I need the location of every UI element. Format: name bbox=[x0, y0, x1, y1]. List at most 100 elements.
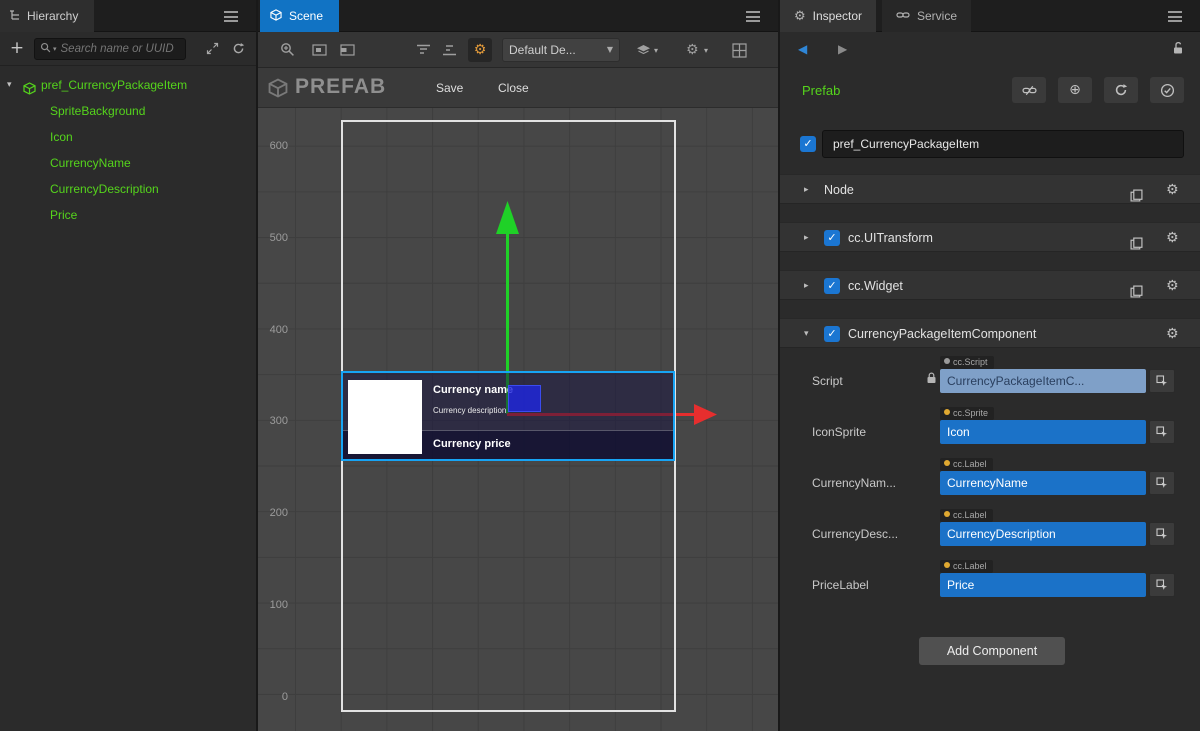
price-label-reference-field[interactable]: Price bbox=[940, 573, 1146, 597]
script-asset-field[interactable]: CurrencyPackageItemC... bbox=[940, 369, 1146, 393]
tree-node-root[interactable]: ▾ pref_CurrencyPackageItem bbox=[0, 72, 256, 98]
gear-caret-icon[interactable]: ▾ bbox=[704, 46, 708, 55]
tree-node-label: CurrencyName bbox=[50, 150, 131, 176]
tree-node-sprite-background[interactable]: SpriteBackground bbox=[0, 98, 256, 124]
search-filter-caret-icon[interactable]: ▾ bbox=[53, 45, 57, 53]
scene-menu-icon[interactable] bbox=[746, 11, 760, 21]
search-icon bbox=[40, 42, 51, 56]
copy-component-icon[interactable] bbox=[1130, 279, 1143, 309]
icon-sprite-reference-field[interactable]: Icon bbox=[940, 420, 1146, 444]
ruler-label: 600 bbox=[262, 140, 288, 152]
x-axis-arrow bbox=[694, 404, 717, 425]
hierarchy-header: Hierarchy bbox=[0, 0, 256, 32]
hierarchy-search-box[interactable]: ▾ bbox=[34, 38, 186, 60]
unlock-icon[interactable] bbox=[1172, 41, 1184, 58]
property-label-currency-description: CurrencyDesc... bbox=[812, 527, 898, 541]
component-settings-gear-icon[interactable]: ⚙ bbox=[1166, 175, 1179, 205]
scene-tab[interactable]: Scene bbox=[260, 0, 339, 32]
prefab-mode-title: PREFAB bbox=[295, 75, 386, 99]
tab-service-label: Service bbox=[917, 9, 957, 23]
currency-description-label-preview: Currency description bbox=[433, 406, 506, 415]
gizmo-rect-handle[interactable] bbox=[508, 385, 541, 412]
expand-caret-icon[interactable]: ▾ bbox=[7, 72, 12, 98]
component-row-currency-package-item[interactable]: ▾ ✓ CurrencyPackageItemComponent ⚙ bbox=[780, 318, 1200, 348]
align-top-icon[interactable] bbox=[416, 44, 431, 59]
scene-gear-icon[interactable]: ⚙ bbox=[686, 41, 699, 59]
tree-node-icon[interactable]: Icon bbox=[0, 124, 256, 150]
add-node-button[interactable]: + bbox=[8, 38, 26, 59]
hierarchy-menu-icon[interactable] bbox=[224, 11, 238, 21]
hierarchy-toolbar: + ▾ bbox=[0, 32, 256, 66]
hierarchy-tab[interactable]: Hierarchy bbox=[0, 0, 94, 32]
search-input[interactable] bbox=[59, 42, 180, 56]
asset-type-label: cc.Label bbox=[953, 459, 987, 469]
component-enabled-checkbox[interactable]: ✓ bbox=[824, 326, 840, 342]
cocos-creator-window: Hierarchy + ▾ ▾ bbox=[0, 0, 1200, 731]
ruler-label: 400 bbox=[262, 324, 288, 336]
ruler-label: 500 bbox=[262, 232, 288, 244]
prefab-save-button[interactable]: Save bbox=[436, 81, 463, 95]
pick-asset-button[interactable] bbox=[1149, 522, 1175, 546]
node-name-input[interactable] bbox=[822, 130, 1184, 158]
tree-node-price[interactable]: Price bbox=[0, 202, 256, 228]
prefab-close-button[interactable]: Close bbox=[498, 81, 529, 95]
copy-component-icon[interactable] bbox=[1130, 183, 1143, 213]
prefab-apply-icon[interactable] bbox=[1150, 77, 1184, 103]
forward-button[interactable]: ▶ bbox=[838, 42, 847, 56]
gizmo-settings-gear-icon[interactable]: ⚙ bbox=[468, 38, 492, 62]
pick-asset-button[interactable] bbox=[1149, 420, 1175, 444]
tab-inspector[interactable]: ⚙ Inspector bbox=[780, 0, 876, 32]
prefab-locate-icon[interactable]: ⊕ bbox=[1058, 77, 1092, 103]
scene-viewport[interactable]: 600 500 400 300 200 100 0 Currency name … bbox=[258, 68, 778, 731]
property-label-icon-sprite: IconSprite bbox=[812, 425, 866, 439]
tree-node-currency-name[interactable]: CurrencyName bbox=[0, 150, 256, 176]
prefab-unlink-icon[interactable] bbox=[1012, 77, 1046, 103]
currency-description-reference-field[interactable]: CurrencyDescription bbox=[940, 522, 1146, 546]
scene-panel: Scene ⚙ Default De... ▼ bbox=[258, 0, 778, 731]
pick-asset-button[interactable] bbox=[1149, 573, 1175, 597]
refresh-hierarchy-icon[interactable] bbox=[232, 42, 245, 58]
inspector-menu-icon[interactable] bbox=[1168, 11, 1182, 21]
component-row-uitransform[interactable]: ▸ ✓ cc.UITransform ⚙ bbox=[780, 222, 1200, 252]
component-settings-gear-icon[interactable]: ⚙ bbox=[1166, 223, 1179, 253]
component-row-node[interactable]: ▸ Node ⚙ bbox=[780, 174, 1200, 204]
align-frame-fill-icon[interactable] bbox=[340, 44, 355, 59]
ruler-label: 300 bbox=[262, 415, 288, 427]
pick-asset-button[interactable] bbox=[1149, 369, 1175, 393]
resolution-value: Default De... bbox=[509, 43, 576, 57]
icon-sprite-preview[interactable] bbox=[348, 380, 422, 454]
currency-name-reference-field[interactable]: CurrencyName bbox=[940, 471, 1146, 495]
expand-caret-icon[interactable]: ▸ bbox=[804, 223, 809, 253]
add-component-button[interactable]: Add Component bbox=[919, 637, 1065, 665]
prefab-revert-icon[interactable] bbox=[1104, 77, 1138, 103]
grid-layout-icon[interactable] bbox=[732, 43, 747, 61]
layers-icon[interactable] bbox=[636, 44, 651, 60]
align-bottom-icon[interactable] bbox=[442, 44, 457, 59]
collapse-caret-icon[interactable]: ▾ bbox=[804, 319, 809, 349]
design-resolution-dropdown[interactable]: Default De... ▼ bbox=[502, 38, 620, 62]
back-button[interactable]: ◀ bbox=[798, 42, 807, 56]
copy-component-icon[interactable] bbox=[1130, 231, 1143, 261]
component-enabled-checkbox[interactable]: ✓ bbox=[824, 230, 840, 246]
ruler-label: 200 bbox=[262, 507, 288, 519]
asset-type-chip: cc.Script bbox=[940, 356, 994, 369]
component-row-widget[interactable]: ▸ ✓ cc.Widget ⚙ bbox=[780, 270, 1200, 300]
service-link-icon bbox=[896, 9, 910, 23]
prefab-state-label: Prefab bbox=[802, 83, 840, 98]
component-settings-gear-icon[interactable]: ⚙ bbox=[1166, 271, 1179, 301]
asset-type-label: cc.Label bbox=[953, 510, 987, 520]
tree-node-currency-description[interactable]: CurrencyDescription bbox=[0, 176, 256, 202]
align-frame-icon[interactable] bbox=[312, 44, 327, 59]
component-settings-gear-icon[interactable]: ⚙ bbox=[1166, 319, 1179, 349]
prefab-banner-icon bbox=[268, 78, 288, 101]
zoom-icon[interactable] bbox=[280, 42, 295, 60]
asset-type-chip: cc.Sprite bbox=[940, 407, 994, 420]
tab-service[interactable]: Service bbox=[882, 0, 971, 32]
collapse-all-icon[interactable] bbox=[206, 42, 219, 58]
component-enabled-checkbox[interactable]: ✓ bbox=[824, 278, 840, 294]
node-active-checkbox[interactable]: ✓ bbox=[800, 136, 816, 152]
expand-caret-icon[interactable]: ▸ bbox=[804, 175, 809, 205]
layers-caret-icon[interactable]: ▾ bbox=[654, 46, 658, 55]
expand-caret-icon[interactable]: ▸ bbox=[804, 271, 809, 301]
pick-asset-button[interactable] bbox=[1149, 471, 1175, 495]
